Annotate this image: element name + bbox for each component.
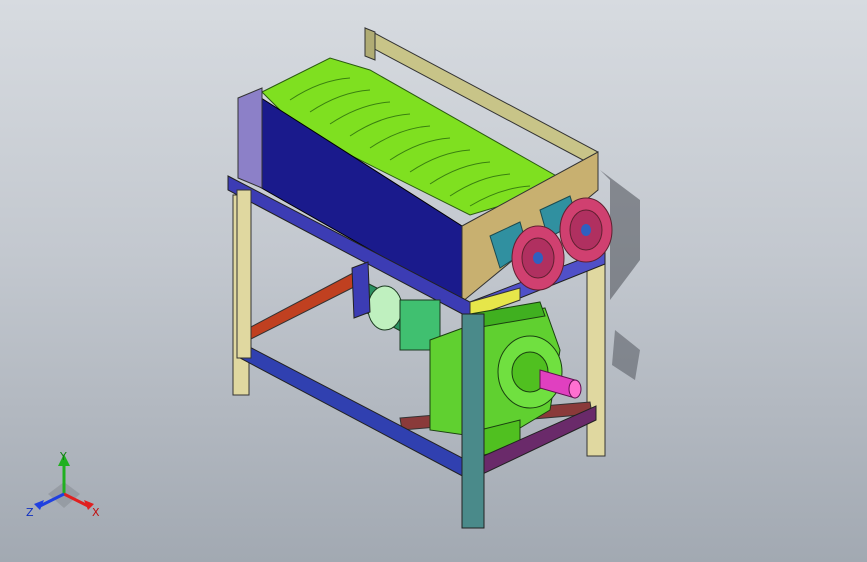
- coordinate-triad[interactable]: Y X Z: [22, 446, 112, 526]
- model-shadow-lower: [612, 330, 640, 380]
- shredder-machine-model[interactable]: [0, 0, 867, 562]
- leg-front-left[interactable]: [236, 189, 252, 359]
- hopper-back-wall[interactable]: [364, 27, 376, 61]
- y-axis-label: Y: [59, 450, 67, 463]
- pulley-right[interactable]: [559, 197, 613, 263]
- leg-front-right[interactable]: [461, 313, 485, 529]
- leg-back-right[interactable]: [586, 257, 606, 457]
- hopper-left-plate[interactable]: [237, 87, 263, 189]
- z-axis-label: Z: [26, 506, 34, 519]
- x-axis-label: X: [92, 506, 100, 519]
- pulley-left[interactable]: [511, 225, 565, 291]
- rail-back-lower[interactable]: [248, 271, 361, 341]
- cad-viewport[interactable]: Y X Z: [0, 0, 867, 562]
